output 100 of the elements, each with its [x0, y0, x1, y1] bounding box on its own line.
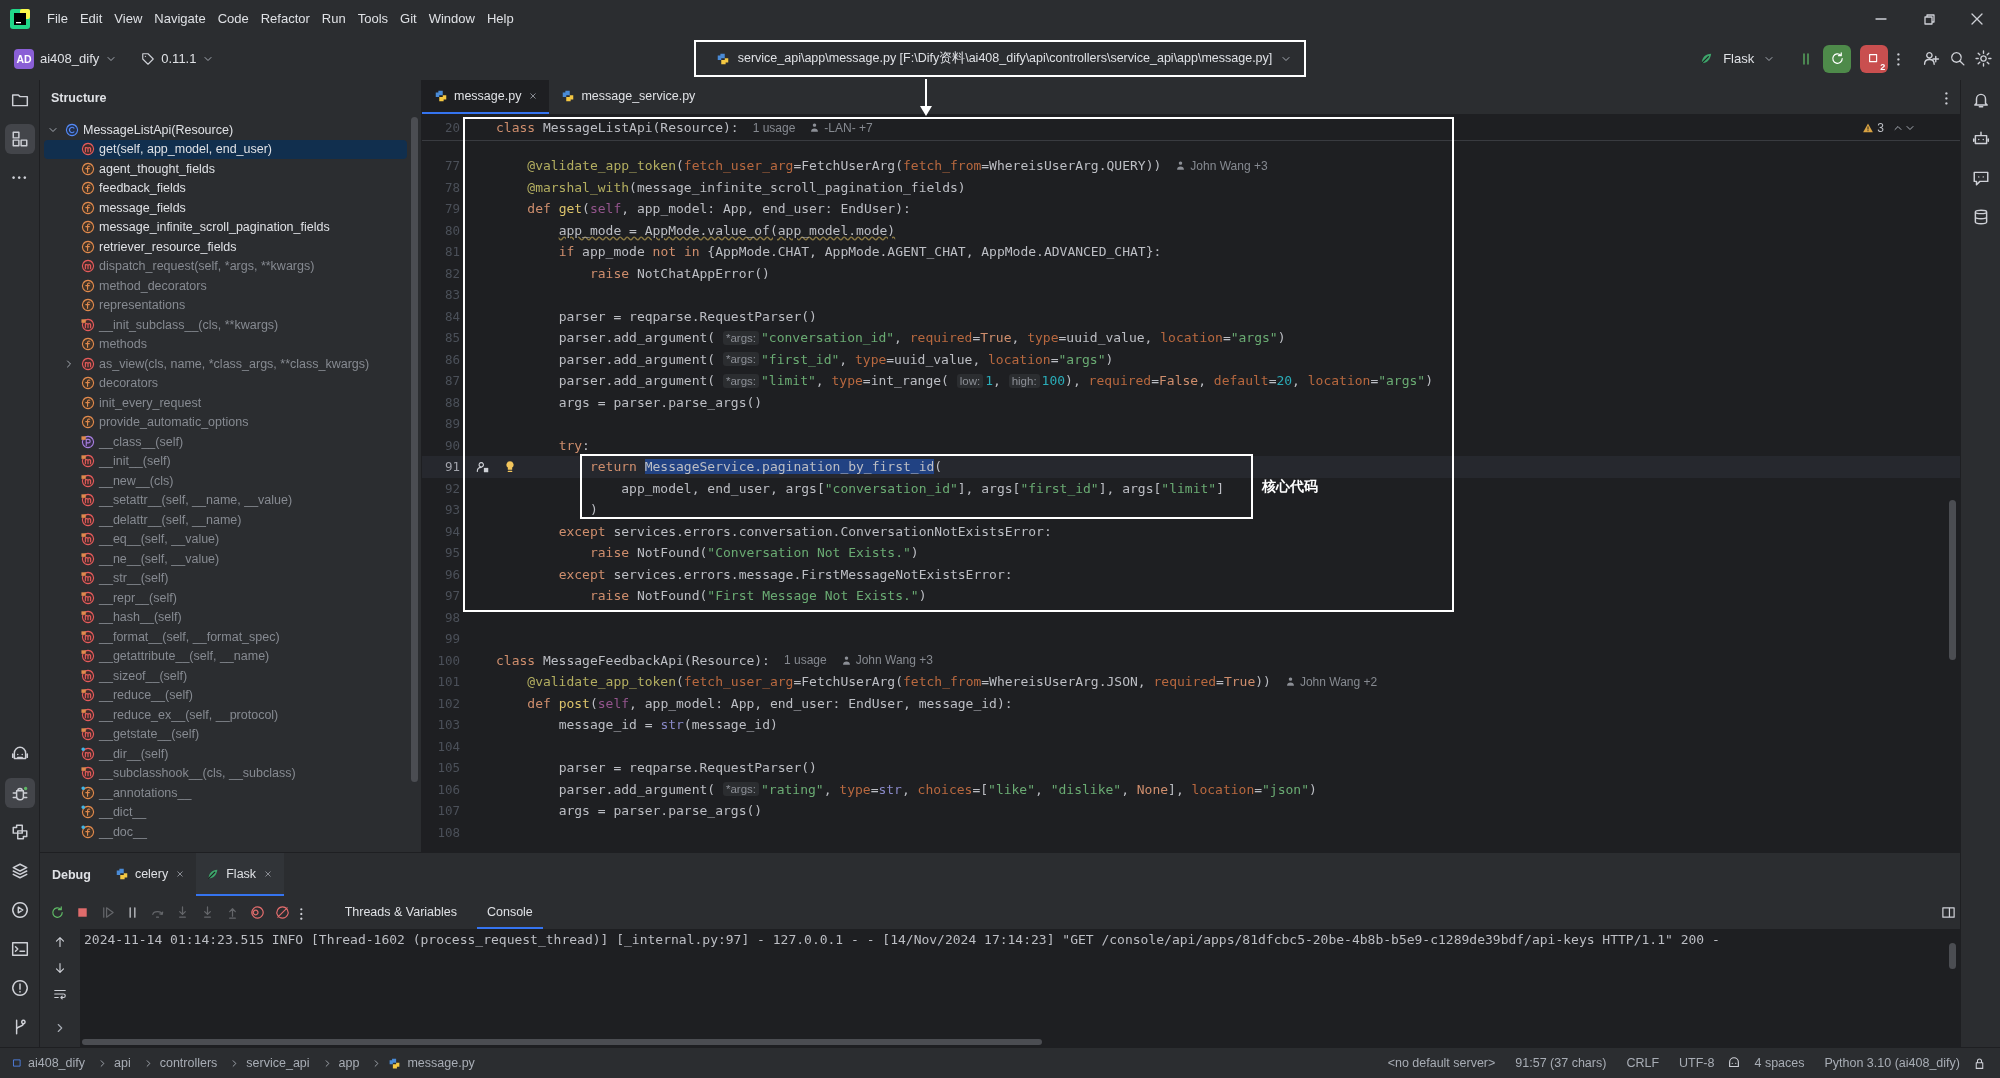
bug-tool-button[interactable]	[4, 778, 35, 808]
menu-item[interactable]: Help	[481, 11, 519, 26]
editor-tab[interactable]: message.py	[422, 80, 550, 114]
more-icon[interactable]	[1897, 52, 1900, 65]
tree-item[interactable]: decorators	[99, 376, 159, 391]
selected-row[interactable]: get(self, app_model, end_user)	[44, 139, 407, 159]
editor-tab[interactable]: message_service.py	[549, 80, 706, 114]
tree-item[interactable]: init_every_request	[99, 395, 202, 410]
search-icon[interactable]	[1949, 50, 1966, 67]
session-tab[interactable]: celery	[104, 853, 197, 896]
tree-item[interactable]: __init__(self)	[99, 454, 171, 469]
tree-item[interactable]: representations	[99, 298, 186, 313]
rerun-button[interactable]	[1823, 44, 1852, 73]
more-icon[interactable]	[300, 906, 303, 919]
server-status[interactable]: <no default server>	[1387, 1056, 1496, 1070]
tree-item[interactable]: __ne__(self, __value)	[99, 551, 220, 566]
tree-item[interactable]: __getattribute__(self, __name)	[99, 649, 270, 664]
breadcrumb-item[interactable]: service_api	[246, 1056, 310, 1070]
scrollbar-thumb[interactable]	[1949, 943, 1956, 969]
more-icon[interactable]	[1945, 90, 1948, 104]
tree-item[interactable]: retriever_resource_fields	[99, 239, 237, 254]
tree-item[interactable]: __annotations__	[99, 785, 192, 800]
version-label[interactable]: 0.11.1	[161, 51, 197, 66]
tree-item[interactable]: __hash__(self)	[99, 610, 182, 625]
menu-item[interactable]: Window	[423, 11, 480, 26]
warning-count[interactable]: 3	[1877, 120, 1884, 135]
rerun-icon[interactable]	[50, 905, 65, 920]
stop-icon[interactable]	[75, 905, 90, 920]
structure-tool-button[interactable]	[4, 124, 35, 154]
project-badge[interactable]: AD	[14, 48, 34, 69]
file-encoding[interactable]: UTF-8	[1679, 1056, 1715, 1070]
tree-item[interactable]: __init_subclass__(cls, **kwargs)	[99, 317, 279, 332]
tree-item[interactable]: message_fields	[99, 200, 186, 215]
author-hint[interactable]: John Wang +3	[855, 653, 933, 668]
menu-item[interactable]: Tools	[352, 11, 394, 26]
author-hint[interactable]: -LAN- +7	[824, 120, 873, 135]
tree-item[interactable]: method_decorators	[99, 278, 207, 293]
tree-item[interactable]: __class__(self)	[99, 434, 184, 449]
tree-item[interactable]: __str__(self)	[99, 571, 169, 586]
tree-item[interactable]: dispatch_request(self, *args, **kwargs)	[99, 259, 315, 274]
lock-icon[interactable]	[1973, 1056, 1986, 1070]
file-path-dropdown[interactable]: service_api\app\message.py [F:\Dify资料\ai408_dify\api\controllers\service_api\app\message.py]	[693, 40, 1307, 77]
scrollbar-thumb[interactable]	[1949, 500, 1956, 660]
interpreter[interactable]: Python 3.10 (ai408_dify)	[1824, 1056, 1960, 1070]
breadcrumb-item[interactable]: ai408_dify	[28, 1056, 85, 1070]
menu-item[interactable]: Refactor	[255, 11, 315, 26]
tree-item[interactable]: as_view(cls, name, *class_args, **class_kwargs)	[99, 356, 370, 371]
tree-item[interactable]: __new__(cls)	[99, 473, 174, 488]
breadcrumb-item[interactable]: api	[114, 1056, 131, 1070]
tree-item[interactable]: __reduce__(self)	[99, 688, 193, 703]
mute-icon[interactable]	[275, 905, 290, 920]
line-separator[interactable]: CRLF	[1626, 1056, 1660, 1070]
bulb-icon[interactable]	[503, 459, 517, 474]
tree-item[interactable]: feedback_fields	[99, 181, 186, 196]
assistant-icon[interactable]	[1727, 1056, 1742, 1070]
scrollbar-thumb[interactable]	[411, 117, 418, 782]
tree-item[interactable]: provide_automatic_options	[99, 415, 249, 430]
tree-item[interactable]: message_infinite_scroll_pagination_fields	[99, 220, 330, 235]
tree-item[interactable]: __reduce_ex__(self, __protocol)	[99, 707, 279, 722]
gutter-user-icon[interactable]	[476, 459, 490, 474]
tree-item[interactable]: MessageListApi(Resource)	[83, 122, 234, 137]
up-arrow-icon[interactable]	[53, 935, 67, 949]
tree-item[interactable]: __format__(self, __format_spec)	[99, 629, 280, 644]
menu-item[interactable]: Code	[212, 11, 254, 26]
menu-item[interactable]: File	[42, 11, 73, 26]
tree-item[interactable]: __getstate__(self)	[99, 727, 200, 742]
tree-item[interactable]: __doc__	[99, 824, 147, 839]
usages-hint[interactable]: 1 usage	[783, 653, 827, 668]
warning-icon[interactable]	[1862, 121, 1875, 134]
tree-item[interactable]: __repr__(self)	[99, 590, 177, 605]
breakpoints-icon[interactable]	[250, 905, 265, 920]
tree-item[interactable]: methods	[99, 337, 147, 352]
stop-button[interactable]: 2	[1860, 44, 1889, 73]
tree-item[interactable]: get(self, app_model, end_user)	[99, 142, 273, 157]
breadcrumb-item[interactable]: app	[338, 1056, 360, 1070]
tree-item[interactable]: __delattr__(self, __name)	[99, 512, 242, 527]
caret-position[interactable]: 91:57 (37 chars)	[1515, 1056, 1607, 1070]
project-name[interactable]: ai408_dify	[40, 51, 100, 66]
menu-item[interactable]: Run	[316, 11, 351, 26]
menu-item[interactable]: Navigate	[149, 11, 211, 26]
run-config-name[interactable]: Flask	[1723, 51, 1755, 66]
tree-item[interactable]: __subclasshook__(cls, __subclass)	[99, 766, 296, 781]
tree-item[interactable]: __dir__(self)	[99, 746, 169, 761]
tree-item[interactable]: __setattr__(self, __name, __value)	[99, 493, 293, 508]
soft-wrap-icon[interactable]	[53, 987, 67, 1001]
ai-chat-icon[interactable]	[1971, 169, 1990, 187]
tree-item[interactable]: agent_thought_fields	[99, 161, 216, 176]
menu-item[interactable]: View	[109, 11, 148, 26]
settings-icon[interactable]	[1975, 50, 1992, 67]
author-hint[interactable]: John Wang +3	[1190, 158, 1268, 173]
tree-item[interactable]: __sizeof__(self)	[99, 668, 188, 683]
tree-item[interactable]: __eq__(self, __value)	[99, 532, 220, 547]
add-user-icon[interactable]	[1923, 50, 1940, 67]
down-arrow-icon[interactable]	[53, 961, 67, 975]
indent-setting[interactable]: 4 spaces	[1754, 1056, 1805, 1070]
menu-item[interactable]: Git	[395, 11, 422, 26]
scrollbar-thumb[interactable]	[82, 1039, 1042, 1045]
layout-icon[interactable]	[1941, 905, 1956, 920]
usages-hint[interactable]: 1 usage	[752, 120, 796, 135]
author-hint[interactable]: John Wang +2	[1299, 674, 1378, 689]
